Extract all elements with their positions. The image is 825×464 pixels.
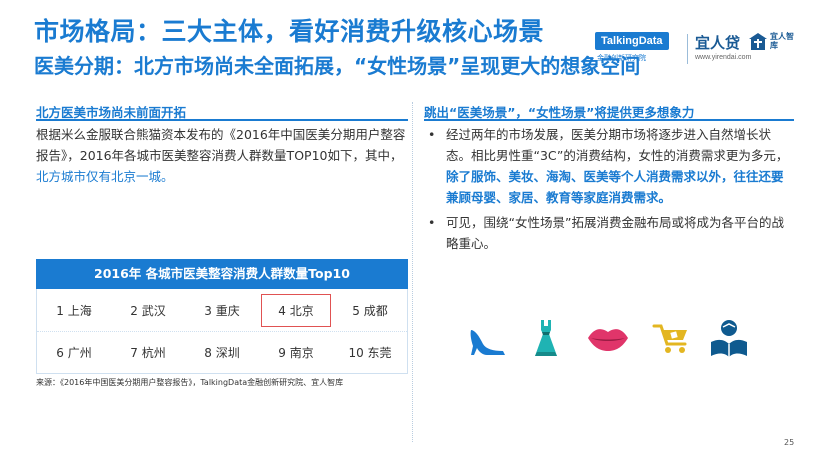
lips-icon	[588, 329, 628, 351]
bullet-text: 经过两年的市场发展，医美分期市场将逐步进入自然增长状态。相比男性重“3C”的消费…	[446, 127, 789, 163]
education-icon	[711, 320, 747, 357]
yirendai-mark-icon	[749, 33, 767, 50]
left-heading-underline	[36, 119, 408, 121]
list-item: • 经过两年的市场发展，医美分期市场将逐步进入自然增长状态。相比男性重“3C”的…	[424, 124, 794, 208]
shopping-cart-icon	[652, 324, 687, 353]
ranking-table-title: 2016年 各城市医美整容消费人群数量Top10	[36, 259, 408, 289]
table-row: 6 广州 7 杭州 8 深圳 9 南京 10 东莞	[37, 331, 407, 373]
bullet-text: 可见，围绕“女性场景”拓展消费金融布局或将成为各平台的战略重心。	[446, 215, 784, 251]
page-subtitle: 医美分期：北方市场尚未全面拓展，“女性场景”呈现更大的想象空间	[34, 54, 641, 78]
page-number: 25	[784, 438, 795, 447]
table-cell: 7 杭州	[130, 346, 166, 360]
high-heel-icon	[470, 330, 505, 355]
source-note: 来源：《2016年中国医美分期用户整容报告》，TalkingData金融创新研究…	[36, 378, 344, 387]
logo-divider	[687, 34, 688, 64]
left-paragraph: 根据米么金服联合熊猫资本发布的《2016年中国医美分期用户整容报告》，2016年…	[36, 124, 408, 187]
table-cell-highlighted: 4 北京	[259, 289, 333, 331]
logo-area: TalkingData 金融创新研究院 宜人贷 宜人智库 www.yirenda…	[595, 32, 795, 66]
left-paragraph-text: 根据米么金服联合熊猫资本发布的《2016年中国医美分期用户整容报告》，2016年…	[36, 127, 406, 163]
table-cell: 6 广州	[56, 346, 92, 360]
table-cell: 5 成都	[352, 303, 388, 318]
table-cell: 3 重庆	[204, 303, 240, 318]
talkingdata-subtitle: 金融创新研究院	[597, 54, 646, 62]
ranking-grid: 1 上海 2 武汉 3 重庆 4 北京 5 成都 6 广州 7 杭州 8 深圳 …	[36, 289, 408, 374]
list-item: • 可见，围绕“女性场景”拓展消费金融布局或将成为各平台的战略重心。	[424, 212, 794, 254]
yirendai-think-tank: 宜人智库	[770, 32, 794, 50]
page-title: 市场格局：三大主体，看好消费升级核心场景	[34, 17, 545, 46]
column-divider	[412, 102, 413, 442]
table-cell: 1 上海	[56, 303, 92, 318]
female-scene-icons	[465, 318, 755, 366]
dress-icon	[535, 320, 557, 356]
table-row: 1 上海 2 武汉 3 重庆 4 北京 5 成都	[37, 289, 407, 331]
bullet-dot: •	[428, 215, 436, 230]
table-cell: 10 东莞	[348, 346, 392, 360]
city-ranking-table: 2016年 各城市医美整容消费人群数量Top10 1 上海 2 武汉 3 重庆 …	[36, 259, 408, 374]
yirendai-url: www.yirendai.com	[695, 54, 752, 61]
right-bullet-list: • 经过两年的市场发展，医美分期市场将逐步进入自然增长状态。相比男性重“3C”的…	[424, 124, 794, 258]
table-cell: 8 深圳	[204, 346, 240, 360]
table-cell: 2 武汉	[130, 303, 166, 318]
yirendai-logo: 宜人贷	[695, 34, 741, 52]
table-cell: 9 南京	[278, 346, 314, 360]
talkingdata-logo: TalkingData	[595, 32, 669, 50]
bullet-dot: •	[428, 127, 436, 142]
bullet-highlight: 除了服饰、美妆、海淘、医美等个人消费需求以外，往往还要兼顾母婴、家居、教育等家庭…	[446, 169, 784, 205]
left-paragraph-highlight: 北方城市仅有北京一城。	[36, 169, 174, 184]
right-heading-underline	[424, 119, 794, 121]
